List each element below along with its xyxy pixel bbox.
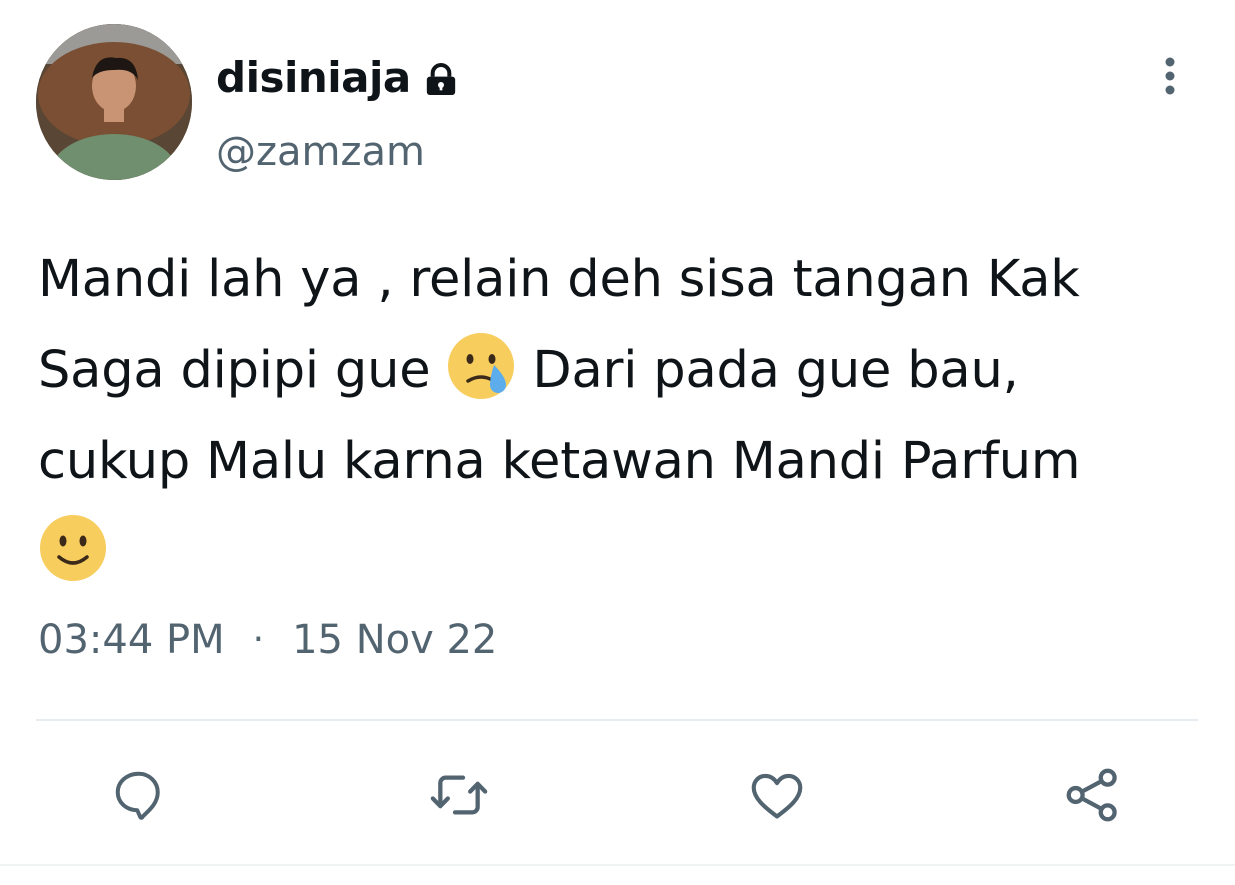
tweet-text-line: Saga dipipi gue Dari pada gue bau, <box>38 325 1198 416</box>
like-button[interactable] <box>742 760 812 830</box>
divider <box>36 719 1198 721</box>
handle[interactable]: @zamzam <box>216 124 425 180</box>
bottom-divider <box>0 864 1235 866</box>
reply-button[interactable] <box>104 760 174 830</box>
action-bar <box>0 760 1235 830</box>
like-icon <box>751 773 803 819</box>
meta-separator: · <box>252 619 265 660</box>
tweet-date[interactable]: 15 Nov 22 <box>292 612 497 668</box>
avatar[interactable] <box>36 24 192 180</box>
tweet-text-line: Mandi lah ya , relain deh sisa tangan Ka… <box>38 250 1080 309</box>
display-name[interactable]: disiniaja <box>216 50 461 106</box>
tweet-text-line: cukup Malu karna ketawan Mandi Parfum <box>38 432 1081 491</box>
reply-icon <box>115 771 160 820</box>
retweet-icon <box>430 775 488 815</box>
slightly-smiling-face-icon <box>38 513 108 583</box>
retweet-button[interactable] <box>424 760 494 830</box>
crying-face-icon <box>446 331 516 401</box>
tweet-text-line <box>38 507 1198 598</box>
tweet-text-segment: Saga dipipi gue <box>38 341 431 400</box>
lock-icon <box>421 58 461 98</box>
tweet-meta: 03:44 PM · 15 Nov 22 <box>38 612 497 668</box>
display-name-text: disiniaja <box>216 53 411 102</box>
more-options-button[interactable] <box>1146 52 1194 100</box>
avatar-photo <box>36 24 192 180</box>
share-icon <box>1066 768 1117 822</box>
share-button[interactable] <box>1058 760 1128 830</box>
more-vertical-icon <box>1165 57 1175 95</box>
tweet-time[interactable]: 03:44 PM <box>38 612 225 668</box>
tweet-text-segment: Dari pada gue bau, <box>516 341 1019 400</box>
tweet-text: Mandi lah ya , relain deh sisa tangan Ka… <box>38 234 1198 598</box>
